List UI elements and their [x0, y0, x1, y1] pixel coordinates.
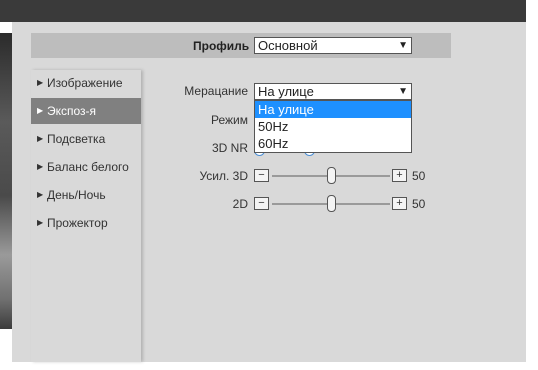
- gain3d-value: 50: [412, 169, 426, 183]
- mode-label: Режим: [211, 113, 248, 127]
- triangle-right-icon: ▶: [37, 106, 44, 115]
- sidebar-item-label: Прожектор: [47, 216, 108, 230]
- sidebar-item-exposure[interactable]: ▶ Экспоз-я: [31, 98, 141, 124]
- nr2d-slider-handle[interactable]: [327, 195, 336, 212]
- triangle-right-icon: ▶: [37, 190, 44, 199]
- nr3d-label: 3D NR: [211, 141, 248, 155]
- nr2d-value: 50: [412, 197, 426, 211]
- sidebar-item-day-night[interactable]: ▶ День/Ночь: [31, 182, 141, 208]
- video-preview-strip: [0, 33, 12, 329]
- chevron-down-icon: ▼: [398, 86, 408, 97]
- sidebar-item-backlight[interactable]: ▶ Подсветка: [31, 126, 141, 152]
- flicker-option-50hz[interactable]: 50Hz: [255, 118, 411, 135]
- sidebar-item-white-balance[interactable]: ▶ Баланс белого: [31, 154, 141, 180]
- flicker-option-outdoor[interactable]: На улице: [255, 101, 411, 118]
- sidebar-item-label: Изображение: [47, 76, 123, 90]
- triangle-right-icon: ▶: [37, 134, 44, 143]
- chevron-down-icon: ▼: [398, 40, 408, 51]
- nr2d-increase-button[interactable]: +: [392, 197, 407, 210]
- gain3d-increase-button[interactable]: +: [392, 169, 407, 182]
- flicker-option-60hz[interactable]: 60Hz: [255, 135, 411, 152]
- nr2d-decrease-button[interactable]: −: [254, 197, 269, 210]
- sidebar-item-label: Баланс белого: [47, 160, 129, 174]
- sidebar-item-label: Подсветка: [47, 132, 106, 146]
- gain3d-slider-handle[interactable]: [327, 167, 336, 184]
- gain3d-decrease-button[interactable]: −: [254, 169, 269, 182]
- left-margin: [0, 329, 12, 370]
- top-bar: [0, 0, 526, 22]
- sidebar-item-spotlight[interactable]: ▶ Прожектор: [31, 210, 141, 236]
- right-margin: [526, 0, 538, 370]
- sidebar-item-label: День/Ночь: [47, 188, 106, 202]
- nr2d-label: 2D: [232, 197, 248, 211]
- triangle-right-icon: ▶: [37, 78, 44, 87]
- sidebar-item-label: Экспоз-я: [47, 104, 97, 118]
- sidebar: ▶ Изображение ▶ Экспоз-я ▶ Подсветка ▶ Б…: [31, 70, 141, 362]
- flicker-value: На улице: [258, 84, 314, 99]
- profile-select[interactable]: Основной ▼: [254, 37, 412, 54]
- profile-value: Основной: [258, 38, 318, 53]
- flicker-select[interactable]: На улице ▼: [254, 83, 412, 100]
- sidebar-item-image[interactable]: ▶ Изображение: [31, 70, 141, 96]
- flicker-label: Мерацание: [184, 84, 248, 98]
- triangle-right-icon: ▶: [37, 162, 44, 171]
- gain3d-label: Усил. 3D: [199, 169, 248, 183]
- triangle-right-icon: ▶: [37, 218, 44, 227]
- profile-label: Профиль: [193, 39, 250, 53]
- flicker-dropdown-list: На улице 50Hz 60Hz: [254, 100, 412, 153]
